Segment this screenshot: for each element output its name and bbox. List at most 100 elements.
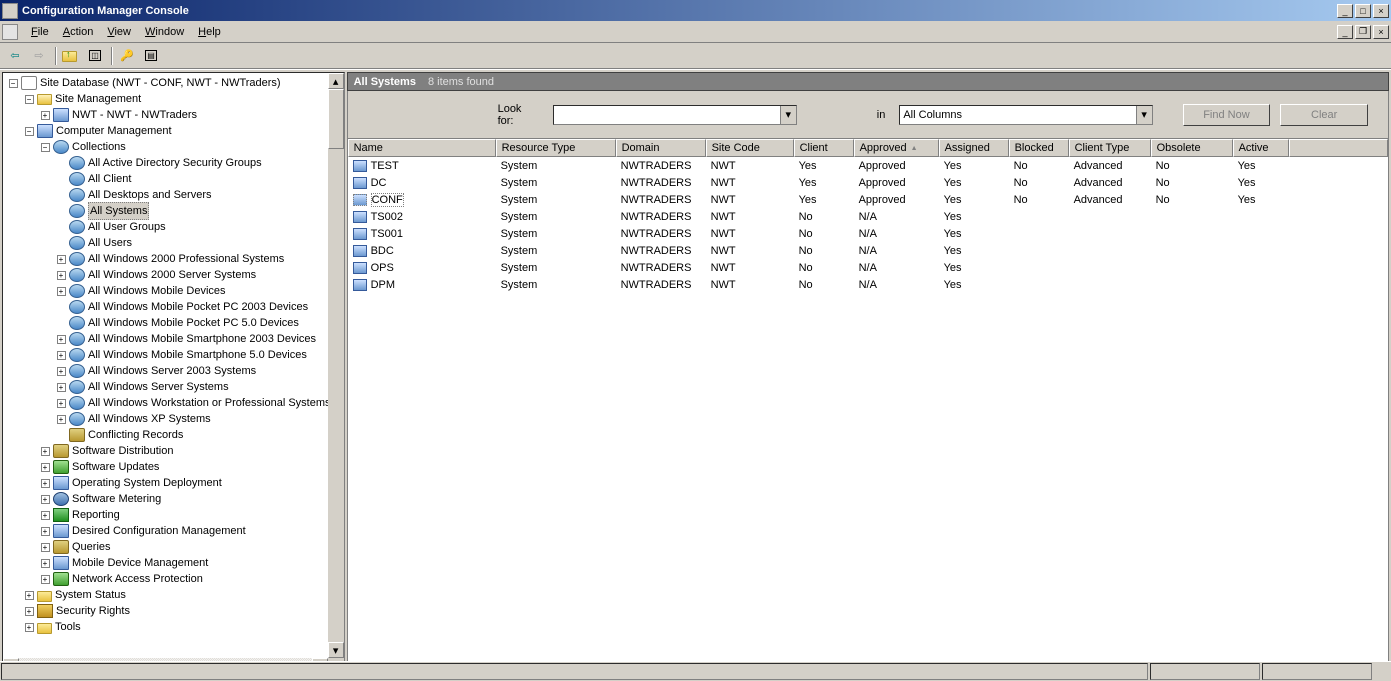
tree-item-label[interactable]: All Windows Server Systems [88, 379, 229, 395]
tree-root[interactable]: Site Database (NWT - CONF, NWT - NWTrade… [40, 75, 281, 91]
tree-collection-item[interactable]: + All Windows Server Systems [5, 379, 344, 395]
menu-window[interactable]: Window [138, 24, 191, 40]
tree-collection-item[interactable]: +All Windows XP Systems [5, 411, 344, 427]
tree-nwt-site[interactable]: NWT - NWT - NWTraders [72, 107, 197, 123]
tree-item-label[interactable]: All Client [88, 171, 131, 187]
table-row[interactable]: DCSystemNWTRADERSNWTYesApprovedYesNoAdva… [348, 174, 1388, 191]
mdi-minimize-button[interactable]: _ [1337, 25, 1353, 39]
column-approved[interactable]: Approved▲ [854, 139, 939, 157]
in-select[interactable]: ▾ [899, 105, 1152, 125]
expand-icon[interactable]: + [25, 591, 34, 600]
forward-button[interactable]: ⇨ [28, 45, 50, 67]
expand-icon[interactable]: + [57, 351, 66, 360]
tree-sw-updates[interactable]: Software Updates [72, 459, 159, 475]
expand-icon[interactable]: + [57, 271, 66, 280]
column-site-code[interactable]: Site Code [706, 139, 794, 157]
clear-button[interactable]: Clear [1280, 104, 1368, 126]
menu-file[interactable]: File [24, 24, 56, 40]
tree-item-label[interactable]: All Desktops and Servers [88, 187, 212, 203]
menu-view[interactable]: View [100, 24, 138, 40]
tree-item-label[interactable]: All Systems [88, 202, 149, 220]
tree-collection-item[interactable]: + All Windows Mobile Smartphone 5.0 Devic… [5, 347, 344, 363]
tree-os-deploy[interactable]: Operating System Deployment [72, 475, 222, 491]
tree-system-status[interactable]: System Status [55, 587, 126, 603]
dropdown-button[interactable]: ▾ [1136, 106, 1152, 124]
tree-computer-management[interactable]: Computer Management [56, 123, 172, 139]
tree-collections[interactable]: Collections [72, 139, 126, 155]
tree-item-label[interactable]: All Windows 2000 Professional Systems [88, 251, 284, 267]
resize-grip[interactable] [1374, 663, 1390, 680]
scroll-down-button[interactable]: ▾ [328, 642, 344, 658]
tree-site-management[interactable]: Site Management [55, 91, 141, 107]
table-row[interactable]: OPSSystemNWTRADERSNWTNoN/AYes [348, 259, 1388, 276]
tree-collection-item[interactable]: +All Windows Server 2003 Systems [5, 363, 344, 379]
close-button[interactable]: × [1373, 4, 1389, 18]
tree-collection-item[interactable]: + All Windows Mobile Devices [5, 283, 344, 299]
tree-collection-item[interactable]: All Windows Mobile Pocket PC 5.0 Devices [5, 315, 344, 331]
mdi-restore-button[interactable]: ❐ [1355, 25, 1371, 39]
up-button[interactable]: ↑ [60, 45, 82, 67]
column-client-type[interactable]: Client Type [1069, 139, 1151, 157]
collapse-icon[interactable]: − [25, 127, 34, 136]
tree-collection-item[interactable]: All Users [5, 235, 344, 251]
scroll-up-button[interactable]: ▴ [328, 73, 344, 89]
tree-item-label[interactable]: All Windows 2000 Server Systems [88, 267, 256, 283]
tree-collection-item[interactable]: All Active Directory Security Groups [5, 155, 344, 171]
mdi-close-button[interactable]: × [1373, 25, 1389, 39]
expand-icon[interactable]: + [57, 415, 66, 424]
tree-tools[interactable]: Tools [55, 619, 81, 635]
collapse-icon[interactable]: − [41, 143, 50, 152]
tree-collection-item[interactable]: + All Windows 2000 Server Systems [5, 267, 344, 283]
table-row[interactable]: DPMSystemNWTRADERSNWTNoN/AYes [348, 276, 1388, 293]
expand-icon[interactable]: + [41, 543, 50, 552]
tree-item-label[interactable]: All Windows Mobile Devices [88, 283, 226, 299]
table-row[interactable]: CONFSystemNWTRADERSNWTYesApprovedYesNoAd… [348, 191, 1388, 208]
menu-help[interactable]: Help [191, 24, 228, 40]
tree-collection-item[interactable]: All Systems [5, 203, 344, 219]
expand-icon[interactable]: + [41, 479, 50, 488]
table-row[interactable]: TS001SystemNWTRADERSNWTNoN/AYes [348, 225, 1388, 242]
tree-queries[interactable]: Queries [72, 539, 111, 555]
menu-action[interactable]: Action [56, 24, 101, 40]
table-row[interactable]: TS002SystemNWTRADERSNWTNoN/AYes [348, 208, 1388, 225]
maximize-button[interactable]: □ [1355, 4, 1371, 18]
tree-item-label[interactable]: All User Groups [88, 219, 166, 235]
tree-item-label[interactable]: All Windows Mobile Pocket PC 2003 Device… [88, 299, 308, 315]
dropdown-button[interactable]: ▾ [780, 106, 796, 124]
tree-collection-item[interactable]: All Desktops and Servers [5, 187, 344, 203]
find-now-button[interactable]: Find Now [1183, 104, 1271, 126]
column-resource-type[interactable]: Resource Type [496, 139, 616, 157]
tree-security[interactable]: Security Rights [56, 603, 130, 619]
expand-icon[interactable]: + [57, 287, 66, 296]
column-client[interactable]: Client [794, 139, 854, 157]
back-button[interactable]: ⇦ [4, 45, 26, 67]
navigation-tree[interactable]: − Site Database (NWT - CONF, NWT - NWTrad… [3, 73, 344, 635]
collapse-icon[interactable]: − [9, 79, 18, 88]
tree-collection-item[interactable]: +All Windows Mobile Smartphone 2003 Devi… [5, 331, 344, 347]
table-row[interactable]: TESTSystemNWTRADERSNWTYesApprovedYesNoAd… [348, 157, 1388, 174]
expand-icon[interactable]: + [41, 559, 50, 568]
look-for-input[interactable]: ▾ [553, 105, 797, 125]
expand-icon[interactable]: + [41, 495, 50, 504]
expand-icon[interactable]: + [41, 575, 50, 584]
tree-collection-item[interactable]: +All Windows Workstation or Professional… [5, 395, 344, 411]
export-button[interactable]: ▤ [140, 45, 162, 67]
expand-icon[interactable]: + [41, 463, 50, 472]
expand-icon[interactable]: + [57, 335, 66, 344]
look-for-field[interactable] [554, 106, 780, 124]
tree-mdm[interactable]: Mobile Device Management [72, 555, 208, 571]
tree-sw-dist[interactable]: Software Distribution [72, 443, 174, 459]
column-assigned[interactable]: Assigned [939, 139, 1009, 157]
expand-icon[interactable]: + [57, 367, 66, 376]
tree-collection-item[interactable]: All Client [5, 171, 344, 187]
tree-reporting[interactable]: Reporting [72, 507, 120, 523]
tree-scrollbar-vertical[interactable]: ▴ ▾ [328, 73, 344, 658]
tree-collection-item[interactable]: All Windows Mobile Pocket PC 2003 Device… [5, 299, 344, 315]
expand-icon[interactable]: + [41, 447, 50, 456]
tree-dcm[interactable]: Desired Configuration Management [72, 523, 246, 539]
tree-item-label[interactable]: All Windows Workstation or Professional … [88, 395, 331, 411]
tree-item-label[interactable]: All Windows Mobile Smartphone 5.0 Device… [88, 347, 307, 363]
expand-icon[interactable]: + [57, 383, 66, 392]
column-name[interactable]: Name [348, 139, 496, 157]
minimize-button[interactable]: _ [1337, 4, 1353, 18]
